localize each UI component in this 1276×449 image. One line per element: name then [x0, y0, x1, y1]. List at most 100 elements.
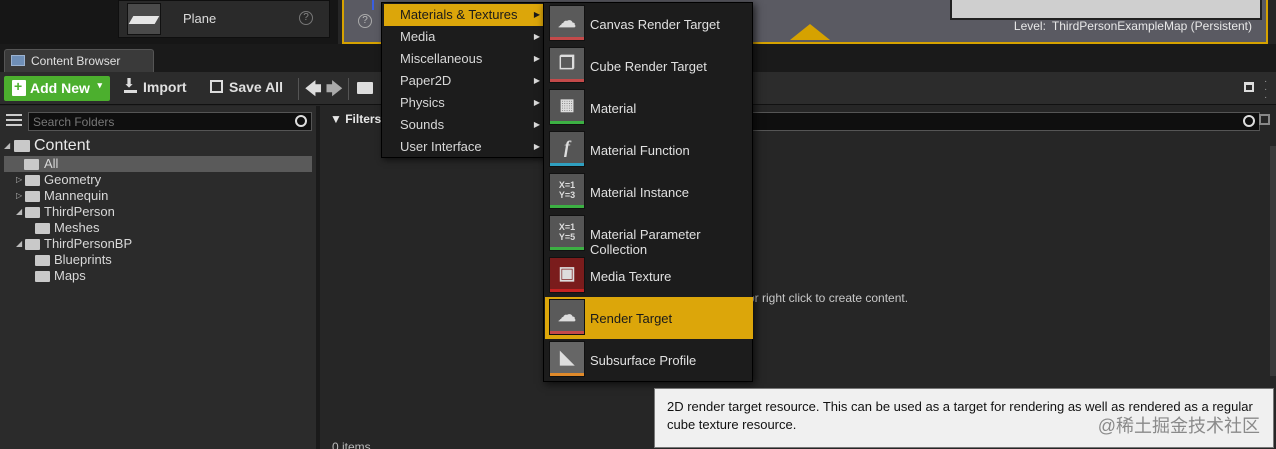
- expand-icon[interactable]: ◢: [16, 204, 22, 220]
- expand-icon[interactable]: ◢: [4, 136, 10, 156]
- back-arrow-icon[interactable]: 🡄: [305, 78, 322, 105]
- folder-mannequin[interactable]: ▷ Mannequin: [0, 188, 316, 204]
- menu-item-material-instance[interactable]: X=1 Y=3 Material Instance: [545, 171, 753, 213]
- lock-icon[interactable]: [1244, 82, 1254, 92]
- expand-icon[interactable]: ▷: [16, 188, 22, 204]
- folder-panel: Search Folders ◢ Content All ▷ Geometry …: [0, 106, 316, 449]
- menu-item-label: Materials & Textures: [400, 7, 518, 22]
- import-label: Import: [143, 79, 187, 95]
- folder-tree: ◢ Content All ▷ Geometry ▷ Mannequin ◢ T…: [0, 136, 316, 284]
- folder-geometry[interactable]: ▷ Geometry: [0, 172, 316, 188]
- expand-icon[interactable]: ◢: [16, 236, 22, 252]
- folder-icon: [35, 255, 50, 266]
- cloud-glyph: ☁: [558, 11, 576, 31]
- add-new-button[interactable]: Add New ▾: [4, 76, 110, 101]
- folder-content[interactable]: ◢ Content: [0, 136, 316, 156]
- folder-label: Meshes: [54, 220, 100, 235]
- menu-item-materials-textures[interactable]: Materials & Textures ▶: [384, 4, 544, 26]
- level-name: ThirdPersonExampleMap (Persistent): [1051, 19, 1252, 33]
- folder-thirdpersonbp[interactable]: ◢ ThirdPersonBP: [0, 236, 316, 252]
- menu-item-label: User Interface: [400, 139, 482, 154]
- sources-menu-icon[interactable]: [6, 114, 22, 128]
- menu-item-media-texture[interactable]: ▣ Media Texture: [545, 255, 753, 297]
- instance-icon: X=1 Y=3: [549, 173, 585, 209]
- top-left-panel: Plane ?: [0, 0, 338, 44]
- menu-item-material-parameter-collection[interactable]: X=1 Y=5 Material Parameter Collection: [545, 213, 753, 257]
- chevron-down-icon: ▾: [97, 80, 102, 90]
- folder-label: Blueprints: [54, 252, 112, 267]
- menu-item-material[interactable]: ▦ Material: [545, 87, 753, 129]
- menu-item-user-interface[interactable]: User Interface ▶: [384, 136, 544, 158]
- level-prefix: Level:: [1013, 19, 1046, 33]
- folder-thirdperson[interactable]: ◢ ThirdPerson: [0, 204, 316, 220]
- watermark: @稀土掘金技术社区: [1097, 416, 1260, 436]
- folder-label: ThirdPersonBP: [44, 236, 133, 251]
- expand-icon[interactable]: ▷: [16, 172, 22, 188]
- plane-label: Plane: [183, 11, 217, 26]
- search-folders-input[interactable]: Search Folders: [28, 112, 312, 131]
- save-all-label: Save All: [229, 79, 283, 95]
- plane-asset-row[interactable]: Plane ?: [118, 0, 330, 38]
- type-stripe: [550, 289, 584, 292]
- type-stripe: [550, 247, 584, 250]
- collection-icon: X=1 Y=5: [549, 215, 585, 251]
- save-search-icon[interactable]: [1259, 114, 1270, 125]
- menu-item-media[interactable]: Media ▶: [384, 26, 544, 48]
- type-stripe: [550, 205, 584, 208]
- cube-icon: ❒: [549, 47, 585, 83]
- cloud-icon: ☁: [549, 5, 585, 41]
- folder-label: Geometry: [44, 172, 102, 187]
- folder-icon: [24, 159, 39, 170]
- search-icon[interactable]: [1243, 115, 1255, 127]
- import-icon: [124, 76, 137, 93]
- menu-item-sounds[interactable]: Sounds ▶: [384, 114, 544, 136]
- tab-content-browser[interactable]: Content Browser: [4, 49, 154, 72]
- menu-item-subsurface-profile[interactable]: ◣ Subsurface Profile: [545, 339, 753, 381]
- plane-icon: [127, 3, 161, 35]
- search-icon[interactable]: [295, 115, 307, 127]
- toolbar-divider: [348, 78, 349, 100]
- add-new-label: Add New: [30, 80, 90, 96]
- axis-line: [372, 0, 374, 10]
- folder-icon: [35, 271, 50, 282]
- folder-label: All: [44, 156, 59, 171]
- save-icon: [210, 80, 223, 93]
- menu-item-label: Material: [590, 101, 637, 116]
- menu-item-render-target[interactable]: ☁ Render Target: [545, 297, 753, 339]
- folder-maps[interactable]: Maps: [0, 268, 316, 284]
- menu-item-paper2d[interactable]: Paper2D ▶: [384, 70, 544, 92]
- submenu-arrow-icon: ▶: [533, 120, 540, 129]
- menu-item-miscellaneous[interactable]: Miscellaneous ▶: [384, 48, 544, 70]
- menu-item-canvas-render-target[interactable]: ☁ Canvas Render Target: [545, 3, 753, 45]
- folder-path-icon[interactable]: [357, 82, 373, 94]
- toolbar-divider: [298, 78, 299, 100]
- folder-label: ThirdPerson: [44, 204, 115, 219]
- more-options-icon[interactable]: · · ·: [1264, 77, 1268, 103]
- menu-item-physics[interactable]: Physics ▶: [384, 92, 544, 114]
- folder-blueprints[interactable]: Blueprints: [0, 252, 316, 268]
- content-browser-icon: [11, 55, 25, 66]
- folder-all[interactable]: All: [4, 156, 312, 172]
- help-icon[interactable]: ?: [299, 11, 313, 25]
- folder-meshes[interactable]: Meshes: [0, 220, 316, 236]
- import-button[interactable]: Import: [124, 76, 187, 95]
- save-all-button[interactable]: Save All: [210, 79, 283, 95]
- folder-icon: [25, 191, 40, 202]
- menu-item-label: Material Instance: [590, 185, 689, 200]
- empty-hint-text: or right click to create content.: [748, 291, 909, 305]
- viewport-help-icon[interactable]: ?: [358, 14, 372, 28]
- search-assets-input[interactable]: [750, 112, 1260, 131]
- menu-item-label: Media: [400, 29, 436, 44]
- forward-arrow-icon[interactable]: 🡆: [326, 78, 343, 105]
- menu-item-material-function[interactable]: f Material Function: [545, 129, 753, 171]
- function-glyph: f: [564, 137, 570, 157]
- screen-glyph: ▣: [558, 263, 576, 283]
- menu-item-cube-render-target[interactable]: ❒ Cube Render Target: [545, 45, 753, 87]
- submenu-arrow-icon: ▶: [533, 10, 540, 19]
- menu-item-label: Render Target: [590, 311, 673, 326]
- menu-item-label: Media Texture: [590, 269, 672, 284]
- menu-item-label: Material Parameter Collection: [590, 227, 701, 257]
- type-stripe: [550, 373, 584, 376]
- add-new-category-menu: Materials & Textures ▶ Media ▶ Miscellan…: [381, 2, 545, 158]
- scrollbar[interactable]: [1270, 146, 1276, 376]
